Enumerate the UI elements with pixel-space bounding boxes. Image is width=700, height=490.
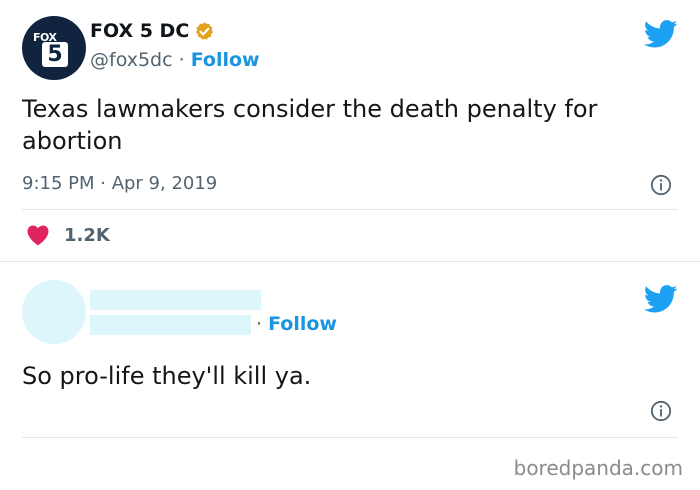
follow-button[interactable]: Follow bbox=[268, 313, 337, 335]
info-icon[interactable] bbox=[650, 400, 672, 422]
avatar-number: 5 bbox=[42, 42, 68, 67]
follow-button[interactable]: Follow bbox=[191, 49, 260, 71]
display-name-row[interactable]: FOX 5 DC bbox=[90, 20, 215, 42]
watermark: boredpanda.com bbox=[513, 456, 683, 480]
separator: · bbox=[256, 313, 263, 335]
tweet-text: So pro-life they'll kill ya. bbox=[22, 362, 312, 390]
timestamp[interactable]: 9:15 PM · Apr 9, 2019 bbox=[22, 173, 217, 194]
handle-row: @fox5dc · Follow bbox=[90, 49, 260, 71]
tweet-text: Texas lawmakers consider the death penal… bbox=[22, 95, 598, 155]
twitter-bird-icon[interactable] bbox=[644, 285, 678, 313]
follow-row: · Follow bbox=[256, 313, 337, 335]
verified-badge-icon bbox=[196, 21, 214, 40]
tweet-card-fox5dc: FOX 5 FOX 5 DC @fox5dc · Follow Texas la… bbox=[0, 0, 700, 262]
heart-icon[interactable] bbox=[26, 224, 50, 246]
info-icon[interactable] bbox=[650, 174, 672, 196]
redacted-handle bbox=[90, 315, 251, 335]
avatar[interactable]: FOX 5 bbox=[22, 16, 86, 80]
twitter-bird-icon[interactable] bbox=[644, 20, 678, 48]
divider bbox=[22, 209, 678, 210]
redacted-display-name bbox=[90, 290, 261, 310]
handle[interactable]: @fox5dc bbox=[90, 49, 173, 71]
like-count: 1.2K bbox=[64, 224, 110, 246]
tweet-card-reply: · Follow So pro-life they'll kill ya. bbox=[0, 263, 700, 453]
like-row[interactable]: 1.2K bbox=[26, 224, 110, 246]
display-name[interactable]: FOX 5 DC bbox=[90, 20, 189, 42]
divider bbox=[22, 437, 678, 438]
separator: · bbox=[178, 49, 185, 71]
avatar-redacted[interactable] bbox=[22, 280, 86, 344]
